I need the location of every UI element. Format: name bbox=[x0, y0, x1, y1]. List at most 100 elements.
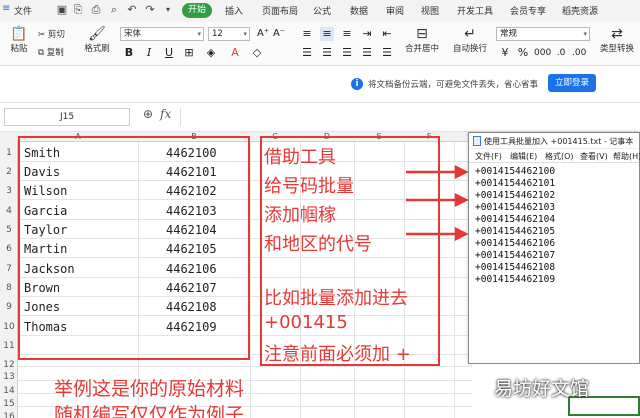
row-header[interactable]: 4 bbox=[0, 206, 18, 216]
notepad-line: +0014154462103 bbox=[475, 202, 556, 213]
border-icon[interactable]: ⊞ bbox=[182, 46, 196, 60]
copy-icon: ⧉ bbox=[38, 48, 45, 58]
row-header[interactable]: 2 bbox=[0, 167, 18, 177]
tab-view[interactable]: 视图 bbox=[421, 4, 439, 17]
formula-input[interactable] bbox=[180, 108, 636, 126]
print-icon[interactable]: ⎙ bbox=[90, 4, 102, 16]
brush-icon: 🖌 bbox=[88, 26, 106, 42]
grid-line bbox=[250, 142, 251, 418]
login-button[interactable]: 立即登录 bbox=[548, 74, 596, 92]
app-menu-icon[interactable]: ≡ bbox=[2, 3, 10, 14]
notepad-menu-edit[interactable]: 编辑(E) bbox=[510, 151, 537, 162]
type-convert-button[interactable]: ⇄ 类型转换 bbox=[596, 26, 638, 54]
thousands-icon[interactable]: 000 bbox=[534, 46, 551, 60]
row-header[interactable]: 13 bbox=[0, 372, 18, 382]
preview-icon[interactable]: ⌕ bbox=[108, 4, 120, 16]
tab-docer[interactable]: 稻壳资源 bbox=[562, 4, 598, 17]
justify-icon[interactable]: ☰ bbox=[360, 46, 374, 60]
notepad-menu-help[interactable]: 帮助(H) bbox=[613, 151, 640, 162]
row-header[interactable]: 8 bbox=[0, 283, 18, 293]
decrease-font-icon[interactable]: A⁻ bbox=[272, 27, 286, 41]
font-name-select[interactable]: 宋体 ▾ bbox=[120, 27, 204, 41]
zoom-icon[interactable]: ⊕ bbox=[143, 107, 153, 121]
font-size-select[interactable]: 12 ▾ bbox=[208, 27, 250, 41]
chevron-down-icon: ▾ bbox=[583, 30, 587, 38]
notepad-line: +0014154462106 bbox=[475, 238, 556, 249]
tab-review[interactable]: 审阅 bbox=[386, 4, 404, 17]
row-header[interactable]: 16 bbox=[0, 412, 18, 418]
fill-color-icon[interactable]: ◈ bbox=[204, 46, 218, 60]
function-icon[interactable]: fx bbox=[160, 107, 171, 121]
align-bottom-icon[interactable]: ≡ bbox=[340, 27, 354, 41]
distribute-icon[interactable]: ☰ bbox=[380, 46, 394, 60]
tab-page-layout[interactable]: 页面布局 bbox=[262, 4, 298, 17]
percent-icon[interactable]: % bbox=[516, 46, 530, 60]
row-header[interactable]: 15 bbox=[0, 399, 18, 409]
decimal-dec-icon[interactable]: .00 bbox=[572, 46, 586, 60]
row-header[interactable]: 3 bbox=[0, 186, 18, 196]
increase-font-icon[interactable]: A⁺ bbox=[256, 27, 270, 41]
notepad-menu-view[interactable]: 查看(V) bbox=[580, 151, 608, 162]
chevron-down-icon: ▾ bbox=[197, 30, 201, 38]
outdent-icon[interactable]: ⇤ bbox=[380, 27, 394, 41]
notepad-title: 使用工具批量加入 +001415.txt - 记事本 bbox=[484, 137, 634, 146]
notice-bar bbox=[0, 66, 640, 102]
row-header[interactable]: 1 bbox=[0, 148, 18, 158]
row-header[interactable]: 7 bbox=[0, 264, 18, 274]
bold-button[interactable]: B bbox=[122, 46, 136, 60]
tab-member[interactable]: 会员专享 bbox=[510, 4, 546, 17]
tab-data[interactable]: 数据 bbox=[350, 4, 368, 17]
quick-access-dropdown-icon[interactable]: ▾ bbox=[162, 4, 174, 16]
row-header[interactable]: 6 bbox=[0, 244, 18, 254]
align-left-icon[interactable]: ☰ bbox=[300, 46, 314, 60]
notepad-menu-format[interactable]: 格式(O) bbox=[545, 151, 574, 162]
annotation-line: 比如批量添加进去 bbox=[264, 288, 408, 309]
align-middle-icon[interactable]: ≡ bbox=[320, 27, 334, 41]
tab-formulas[interactable]: 公式 bbox=[313, 4, 331, 17]
decimal-inc-icon[interactable]: .0 bbox=[554, 46, 568, 60]
original-data-highlight bbox=[18, 136, 250, 360]
notepad-line: +0014154462104 bbox=[475, 214, 556, 225]
align-center-icon[interactable]: ☰ bbox=[320, 46, 334, 60]
row-header[interactable]: 14 bbox=[0, 386, 18, 396]
arrow-head bbox=[454, 164, 468, 180]
clear-format-icon[interactable]: ◇ bbox=[250, 46, 264, 60]
indent-icon[interactable]: ⇥ bbox=[360, 27, 374, 41]
wrap-text-button[interactable]: ↵ 自动换行 bbox=[448, 26, 492, 54]
copy-button[interactable]: ⧉ 复制 bbox=[38, 46, 64, 58]
notepad-line: +0014154462105 bbox=[475, 226, 556, 237]
number-format-select[interactable]: 常规 ▾ bbox=[496, 27, 590, 41]
annotation-bottom: 举例这是你的原始材料 bbox=[54, 378, 245, 400]
name-box[interactable]: J15 bbox=[4, 108, 130, 126]
save-icon[interactable]: ▣ bbox=[56, 4, 68, 16]
export-icon[interactable]: ⎘ bbox=[72, 4, 84, 16]
annotation-line: 添加帼稼 bbox=[264, 205, 336, 226]
redo-icon[interactable]: ↷ bbox=[144, 4, 156, 16]
menu-file[interactable]: 文件 bbox=[14, 4, 32, 17]
align-right-icon[interactable]: ☰ bbox=[340, 46, 354, 60]
merge-center-button[interactable]: ⊟ 合并居中 bbox=[400, 26, 444, 54]
row-header[interactable]: 5 bbox=[0, 225, 18, 235]
row-header[interactable]: 11 bbox=[0, 341, 18, 351]
arrow-head bbox=[454, 192, 468, 208]
underline-button[interactable]: U bbox=[162, 46, 176, 60]
italic-button[interactable]: I bbox=[142, 46, 156, 60]
tab-insert[interactable]: 插入 bbox=[225, 4, 243, 17]
currency-icon[interactable]: ¥ bbox=[498, 46, 512, 60]
convert-icon: ⇄ bbox=[611, 26, 623, 42]
row-header[interactable]: 10 bbox=[0, 322, 18, 332]
paste-button[interactable]: 📋 粘贴 bbox=[6, 26, 32, 54]
format-painter-button[interactable]: 🖌 格式刷 bbox=[82, 26, 112, 54]
tab-home[interactable]: 开始 bbox=[182, 3, 212, 18]
undo-icon[interactable]: ↶ bbox=[126, 4, 138, 16]
cut-button[interactable]: ✂ 剪切 bbox=[38, 28, 65, 40]
notepad-line: +0014154462108 bbox=[475, 262, 556, 273]
arrow-head bbox=[454, 226, 468, 242]
tab-developer[interactable]: 开发工具 bbox=[457, 4, 493, 17]
annotation-line: 和地区的代号 bbox=[264, 234, 372, 255]
row-header[interactable]: 9 bbox=[0, 302, 18, 312]
row-header[interactable]: 12 bbox=[0, 360, 18, 370]
align-top-icon[interactable]: ≡ bbox=[300, 27, 314, 41]
font-color-icon[interactable]: A bbox=[228, 46, 242, 60]
notepad-menu-file[interactable]: 文件(F) bbox=[475, 151, 502, 162]
